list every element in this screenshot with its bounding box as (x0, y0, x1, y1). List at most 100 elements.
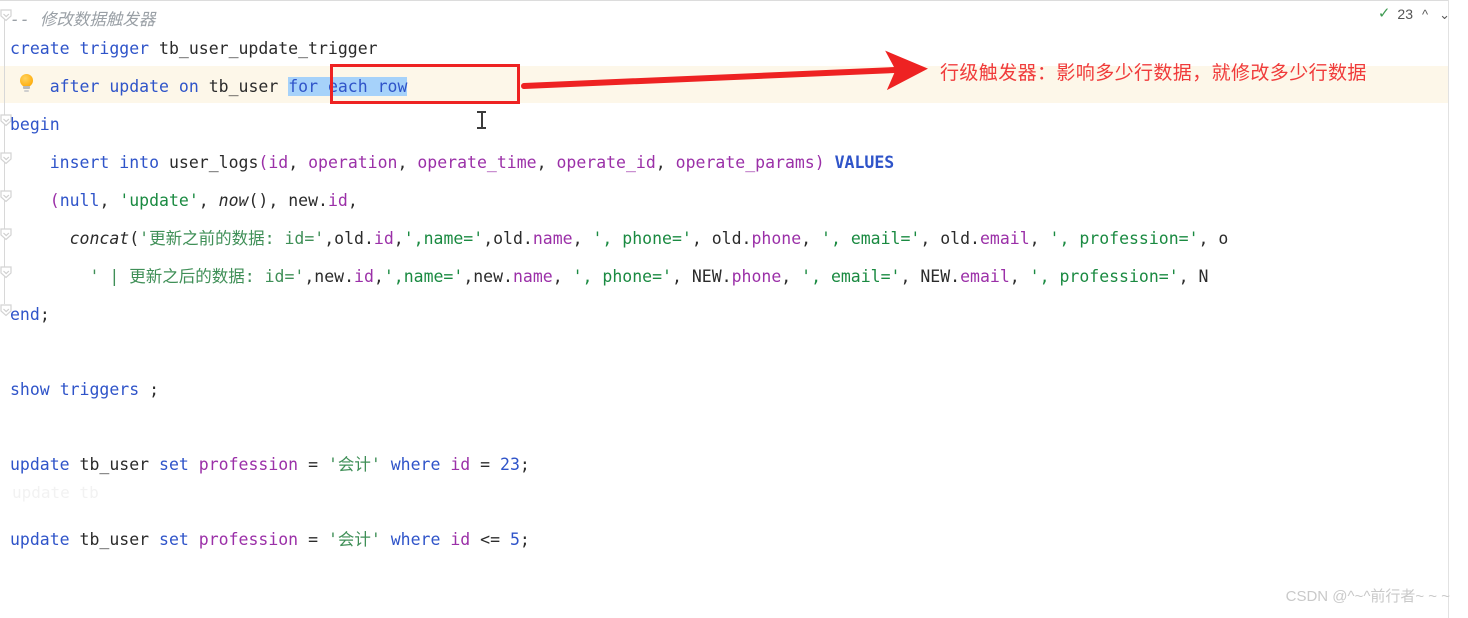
code-token: null (59, 191, 100, 210)
editor-scrollbar-gutter[interactable] (1449, 0, 1468, 618)
code-line[interactable]: update tb_user set profession = '会计' whe… (10, 446, 530, 484)
code-token: name (532, 229, 573, 248)
code-token: N (1198, 267, 1209, 286)
code-token: id (268, 153, 289, 172)
code-token: concat (69, 229, 130, 248)
code-token: email (960, 267, 1010, 286)
code-line[interactable]: update tb_user set profession = '会计' whe… (10, 521, 530, 559)
code-token: , (198, 191, 219, 210)
code-token: ) (814, 153, 825, 172)
code-line[interactable]: after update on tb_user for each row (10, 68, 408, 106)
code-token: ( (49, 191, 60, 210)
code-token: , (1178, 267, 1199, 286)
code-token: , (324, 229, 335, 248)
code-token: id (450, 455, 471, 474)
code-token: , (572, 229, 593, 248)
code-line[interactable]: show triggers ; (10, 371, 159, 409)
code-token: = (308, 530, 318, 549)
code-line[interactable]: create trigger tb_user_update_trigger (10, 30, 378, 68)
code-token: , (483, 229, 494, 248)
code-token: name (513, 267, 553, 286)
code-token: ; (39, 305, 50, 324)
chevron-up-icon[interactable]: ^ (1420, 8, 1430, 21)
code-token: id (354, 267, 374, 286)
code-token: update (10, 455, 70, 474)
code-token: show (10, 380, 50, 399)
code-token: phone (731, 267, 782, 286)
code-token: -- (10, 10, 40, 29)
code-line[interactable]: (null, 'update', now(), new.id, (10, 182, 358, 220)
code-token: update (10, 530, 70, 549)
code-token: end (10, 305, 40, 324)
code-token: , (1029, 229, 1050, 248)
code-token: new. (473, 267, 513, 286)
code-token: , (1198, 229, 1219, 248)
code-token: , (655, 153, 676, 172)
code-token: old. (493, 229, 533, 248)
code-token: tb_user_update_trigger (159, 39, 378, 58)
code-token: , (920, 229, 941, 248)
inspections-widget[interactable]: ✓ 23 ^ ⌄ (1378, 2, 1452, 26)
code-token: where (390, 530, 441, 549)
code-token: ' | 更新之后的数据: id=' (89, 267, 305, 286)
code-token: begin (10, 115, 60, 134)
code-token: triggers (59, 380, 140, 399)
code-line[interactable]: begin (10, 106, 60, 144)
inspections-ok-check-icon: ✓ (1377, 4, 1391, 22)
sql-code-editor[interactable]: ✓ 23 ^ ⌄ -- 修改数据触发器 create trigger tb_use… (0, 0, 1468, 618)
code-token: , (347, 191, 358, 210)
code-token: , (1009, 267, 1030, 286)
chevron-down-icon[interactable]: ⌄ (1437, 8, 1452, 21)
code-line[interactable]: ' | 更新之后的数据: id=',new.id,',name=',new.na… (10, 258, 1208, 296)
code-token: where (390, 455, 441, 474)
watermark: CSDN @^~^前行者~ ~ ~ (1285, 588, 1450, 605)
code-token: old. (334, 229, 374, 248)
code-token: '会计' (327, 530, 381, 549)
code-token: ; (519, 455, 530, 474)
code-token: , (691, 229, 712, 248)
code-token: insert (49, 153, 110, 172)
code-token: , (288, 153, 309, 172)
code-token: phone (751, 229, 802, 248)
code-token: '更新之前的数据: id=' (139, 229, 325, 248)
code-token: VALUES (834, 153, 895, 172)
code-token: , (397, 153, 418, 172)
code-token: now (218, 191, 249, 210)
code-line[interactable]: end; (10, 296, 50, 334)
code-token: update (109, 77, 169, 96)
code-token: operation (308, 153, 398, 172)
code-token: ', email=' (821, 229, 921, 248)
code-token: for each row (288, 77, 408, 96)
code-token: , (801, 229, 822, 248)
code-token: trigger (79, 39, 150, 58)
code-token: , (900, 267, 921, 286)
code-token: , (373, 267, 384, 286)
code-token: ', profession=' (1049, 229, 1199, 248)
code-token: '会计' (327, 455, 381, 474)
code-content[interactable]: -- 修改数据触发器 create trigger tb_user_update_… (0, 0, 1448, 618)
intention-bulb-icon[interactable] (18, 74, 36, 94)
code-token: old. (940, 229, 980, 248)
code-line[interactable]: concat('更新之前的数据: id=',old.id,',name=',ol… (10, 220, 1229, 258)
code-token: NEW. (691, 267, 732, 286)
code-token: 修改数据触发器 (39, 10, 156, 29)
code-line[interactable]: insert into user_logs(id, operation, ope… (10, 144, 894, 182)
code-token: = (480, 455, 491, 474)
